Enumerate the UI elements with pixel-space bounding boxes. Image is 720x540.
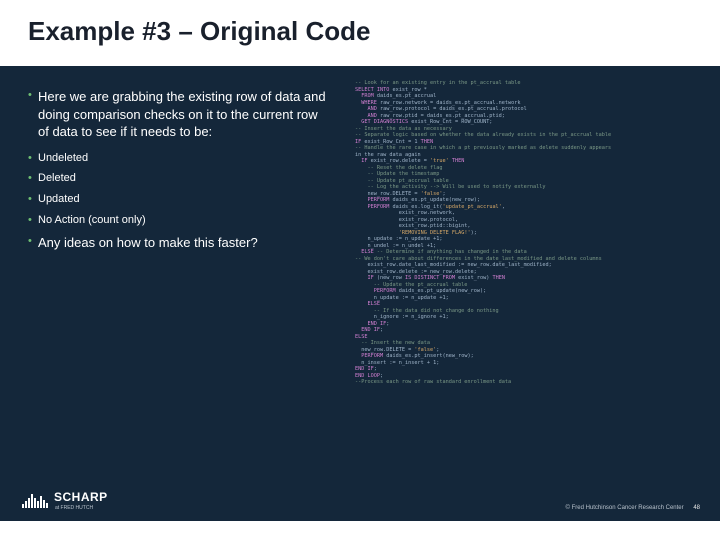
bullet-main-2: Any ideas on how to make this faster? — [28, 234, 328, 252]
logo-brand: SCHARP — [54, 490, 108, 504]
copyright: © Fred Hutchinson Cancer Research Center… — [566, 505, 701, 511]
code-block: -- Look for an existing entry in the pt_… — [355, 80, 705, 386]
bullet-main-1: Here we are grabbing the existing row of… — [28, 88, 328, 141]
bullet-sub-undeleted: Undeleted — [28, 151, 328, 166]
logo-bars-icon — [22, 494, 48, 508]
left-column: Here we are grabbing the existing row of… — [28, 88, 328, 262]
slide-body: Here we are grabbing the existing row of… — [0, 66, 720, 521]
copyright-text: © Fred Hutchinson Cancer Research Center — [566, 505, 684, 511]
slide: Example #3 – Original Code Here we are g… — [0, 0, 720, 540]
slide-title: Example #3 – Original Code — [0, 0, 720, 55]
page-number: 48 — [693, 505, 700, 511]
bullet-sub-noaction: No Action (count only) — [28, 213, 328, 228]
footer-logo: SCHARP at FRED HUTCH — [22, 490, 108, 511]
bullet-sub-updated: Updated — [28, 192, 328, 207]
logo-sub: at FRED HUTCH — [55, 505, 108, 511]
logo-text-wrap: SCHARP at FRED HUTCH — [54, 490, 108, 511]
bullet-sub-deleted: Deleted — [28, 171, 328, 186]
